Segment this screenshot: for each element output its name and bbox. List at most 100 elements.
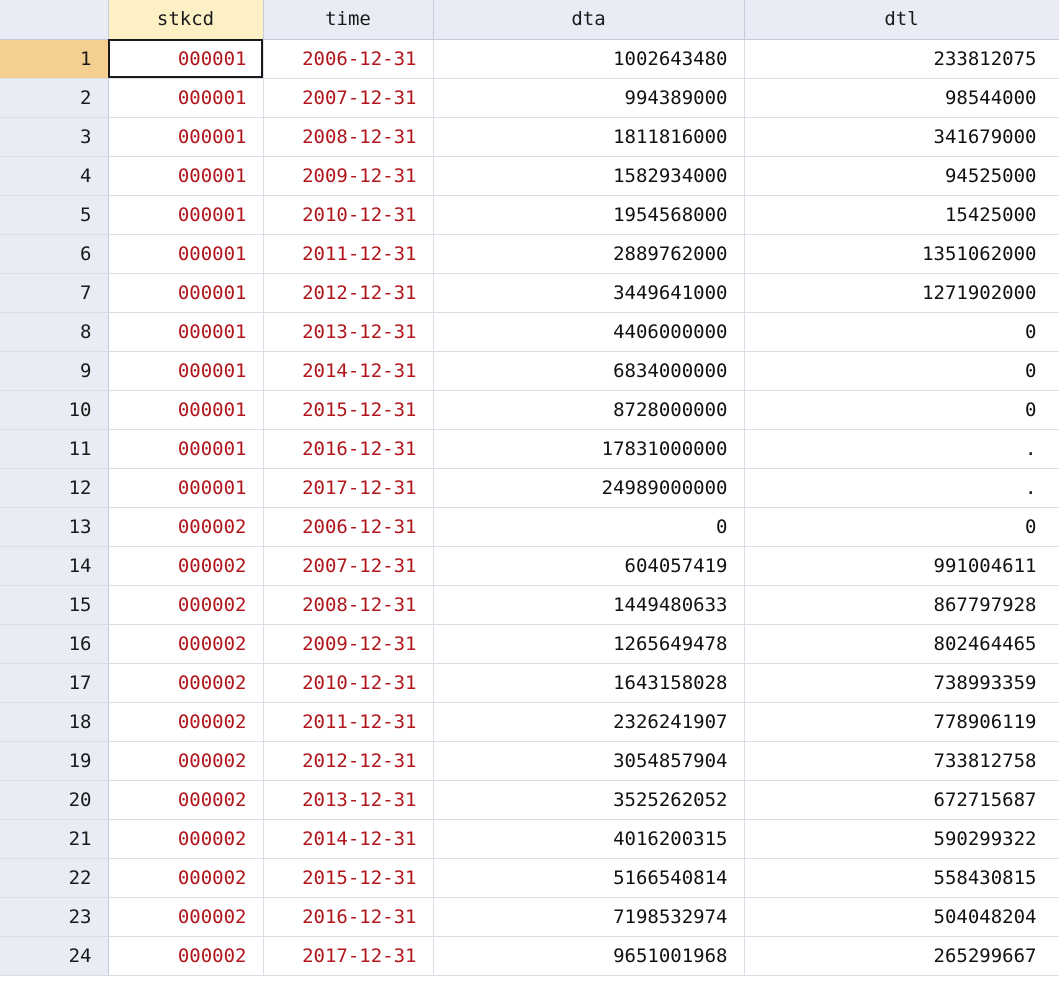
cell-time[interactable]: 2016-12-31 [263,429,434,469]
table-row[interactable]: 7 000001 2012-12-31 3449641000 1271902000 [0,273,1059,313]
table-row[interactable]: 6 000001 2011-12-31 2889762000 1351062000 [0,234,1059,274]
cell-stkcd[interactable]: 000002 [108,663,264,703]
cell-time[interactable]: 2010-12-31 [263,663,434,703]
cell-time[interactable]: 2013-12-31 [263,312,434,352]
cell-dta[interactable]: 1002643480 [433,39,745,79]
column-header-time[interactable]: time [263,0,434,40]
cell-time[interactable]: 2017-12-31 [263,936,434,976]
cell-dta[interactable]: 5166540814 [433,858,745,898]
data-editor-grid[interactable]: stkcd time dta dtl 1 000001 2006-12-31 1002… [0,0,1059,994]
row-number[interactable]: 11 [0,429,109,469]
cell-dta[interactable]: 2326241907 [433,702,745,742]
cell-dtl[interactable]: 94525000 [744,156,1059,196]
cell-time[interactable]: 2007-12-31 [263,546,434,586]
cell-time[interactable]: 2008-12-31 [263,585,434,625]
cell-stkcd[interactable]: 000001 [108,156,264,196]
cell-dta[interactable]: 24989000000 [433,468,745,508]
row-number[interactable]: 21 [0,819,109,859]
cell-dtl[interactable]: 0 [744,351,1059,391]
cell-stkcd[interactable]: 000002 [108,585,264,625]
cell-dtl[interactable]: . [744,429,1059,469]
cell-dtl[interactable]: 733812758 [744,741,1059,781]
cell-dtl[interactable]: 867797928 [744,585,1059,625]
row-number[interactable]: 16 [0,624,109,664]
cell-time[interactable]: 2012-12-31 [263,273,434,313]
cell-time[interactable]: 2006-12-31 [263,507,434,547]
cell-stkcd[interactable]: 000002 [108,624,264,664]
cell-time[interactable]: 2009-12-31 [263,624,434,664]
table-row[interactable]: 19 000002 2012-12-31 3054857904 733812758 [0,741,1059,781]
row-number[interactable]: 5 [0,195,109,235]
cell-time[interactable]: 2011-12-31 [263,234,434,274]
table-row[interactable]: 18 000002 2011-12-31 2326241907 778906119 [0,702,1059,742]
cell-dta[interactable]: 3525262052 [433,780,745,820]
cell-stkcd[interactable]: 000002 [108,897,264,937]
table-row[interactable]: 13 000002 2006-12-31 0 0 [0,507,1059,547]
cell-dta[interactable]: 1643158028 [433,663,745,703]
cell-dtl[interactable]: 590299322 [744,819,1059,859]
cell-dtl[interactable]: 1271902000 [744,273,1059,313]
cell-dta[interactable]: 1954568000 [433,195,745,235]
row-number[interactable]: 7 [0,273,109,313]
cell-time[interactable]: 2009-12-31 [263,156,434,196]
table-row[interactable]: 4 000001 2009-12-31 1582934000 94525000 [0,156,1059,196]
row-number[interactable]: 13 [0,507,109,547]
cell-dtl[interactable]: 265299667 [744,936,1059,976]
cell-dta[interactable]: 0 [433,507,745,547]
cell-dta[interactable]: 3054857904 [433,741,745,781]
cell-dtl[interactable]: 98544000 [744,78,1059,118]
cell-time[interactable]: 2010-12-31 [263,195,434,235]
cell-stkcd[interactable]: 000001 [108,39,264,79]
cell-dta[interactable]: 1582934000 [433,156,745,196]
row-number[interactable]: 1 [0,39,109,79]
cell-dta[interactable]: 8728000000 [433,390,745,430]
cell-stkcd[interactable]: 000001 [108,78,264,118]
corner-cell[interactable] [0,0,109,40]
cell-dta[interactable]: 6834000000 [433,351,745,391]
cell-dtl[interactable]: 0 [744,312,1059,352]
cell-time[interactable]: 2011-12-31 [263,702,434,742]
row-number[interactable]: 8 [0,312,109,352]
cell-stkcd[interactable]: 000001 [108,312,264,352]
row-number[interactable]: 4 [0,156,109,196]
cell-stkcd[interactable]: 000001 [108,390,264,430]
cell-dtl[interactable]: 15425000 [744,195,1059,235]
column-header-dta[interactable]: dta [433,0,745,40]
cell-dta[interactable]: 3449641000 [433,273,745,313]
row-number[interactable]: 15 [0,585,109,625]
table-row[interactable]: 22 000002 2015-12-31 5166540814 558430815 [0,858,1059,898]
cell-stkcd[interactable]: 000002 [108,858,264,898]
cell-dtl[interactable]: 778906119 [744,702,1059,742]
cell-dta[interactable]: 4406000000 [433,312,745,352]
cell-time[interactable]: 2013-12-31 [263,780,434,820]
row-number[interactable]: 17 [0,663,109,703]
row-number[interactable]: 14 [0,546,109,586]
table-row[interactable]: 15 000002 2008-12-31 1449480633 867797928 [0,585,1059,625]
cell-time[interactable]: 2012-12-31 [263,741,434,781]
cell-dtl[interactable]: 0 [744,390,1059,430]
cell-time[interactable]: 2015-12-31 [263,390,434,430]
cell-dtl[interactable]: 504048204 [744,897,1059,937]
row-number[interactable]: 10 [0,390,109,430]
cell-stkcd[interactable]: 000001 [108,273,264,313]
row-number[interactable]: 9 [0,351,109,391]
cell-stkcd[interactable]: 000001 [108,234,264,274]
cell-stkcd[interactable]: 000001 [108,429,264,469]
cell-stkcd[interactable]: 000002 [108,741,264,781]
row-number[interactable]: 6 [0,234,109,274]
cell-dta[interactable]: 17831000000 [433,429,745,469]
cell-time[interactable]: 2015-12-31 [263,858,434,898]
cell-dta[interactable]: 1265649478 [433,624,745,664]
cell-stkcd[interactable]: 000002 [108,702,264,742]
cell-stkcd[interactable]: 000002 [108,546,264,586]
table-row[interactable]: 16 000002 2009-12-31 1265649478 802464465 [0,624,1059,664]
cell-dtl[interactable]: 341679000 [744,117,1059,157]
row-number[interactable]: 2 [0,78,109,118]
cell-stkcd[interactable]: 000001 [108,195,264,235]
table-row[interactable]: 8 000001 2013-12-31 4406000000 0 [0,312,1059,352]
cell-dta[interactable]: 994389000 [433,78,745,118]
cell-dtl[interactable]: 991004611 [744,546,1059,586]
table-row[interactable]: 5 000001 2010-12-31 1954568000 15425000 [0,195,1059,235]
row-number[interactable]: 24 [0,936,109,976]
table-row[interactable]: 2 000001 2007-12-31 994389000 98544000 [0,78,1059,118]
